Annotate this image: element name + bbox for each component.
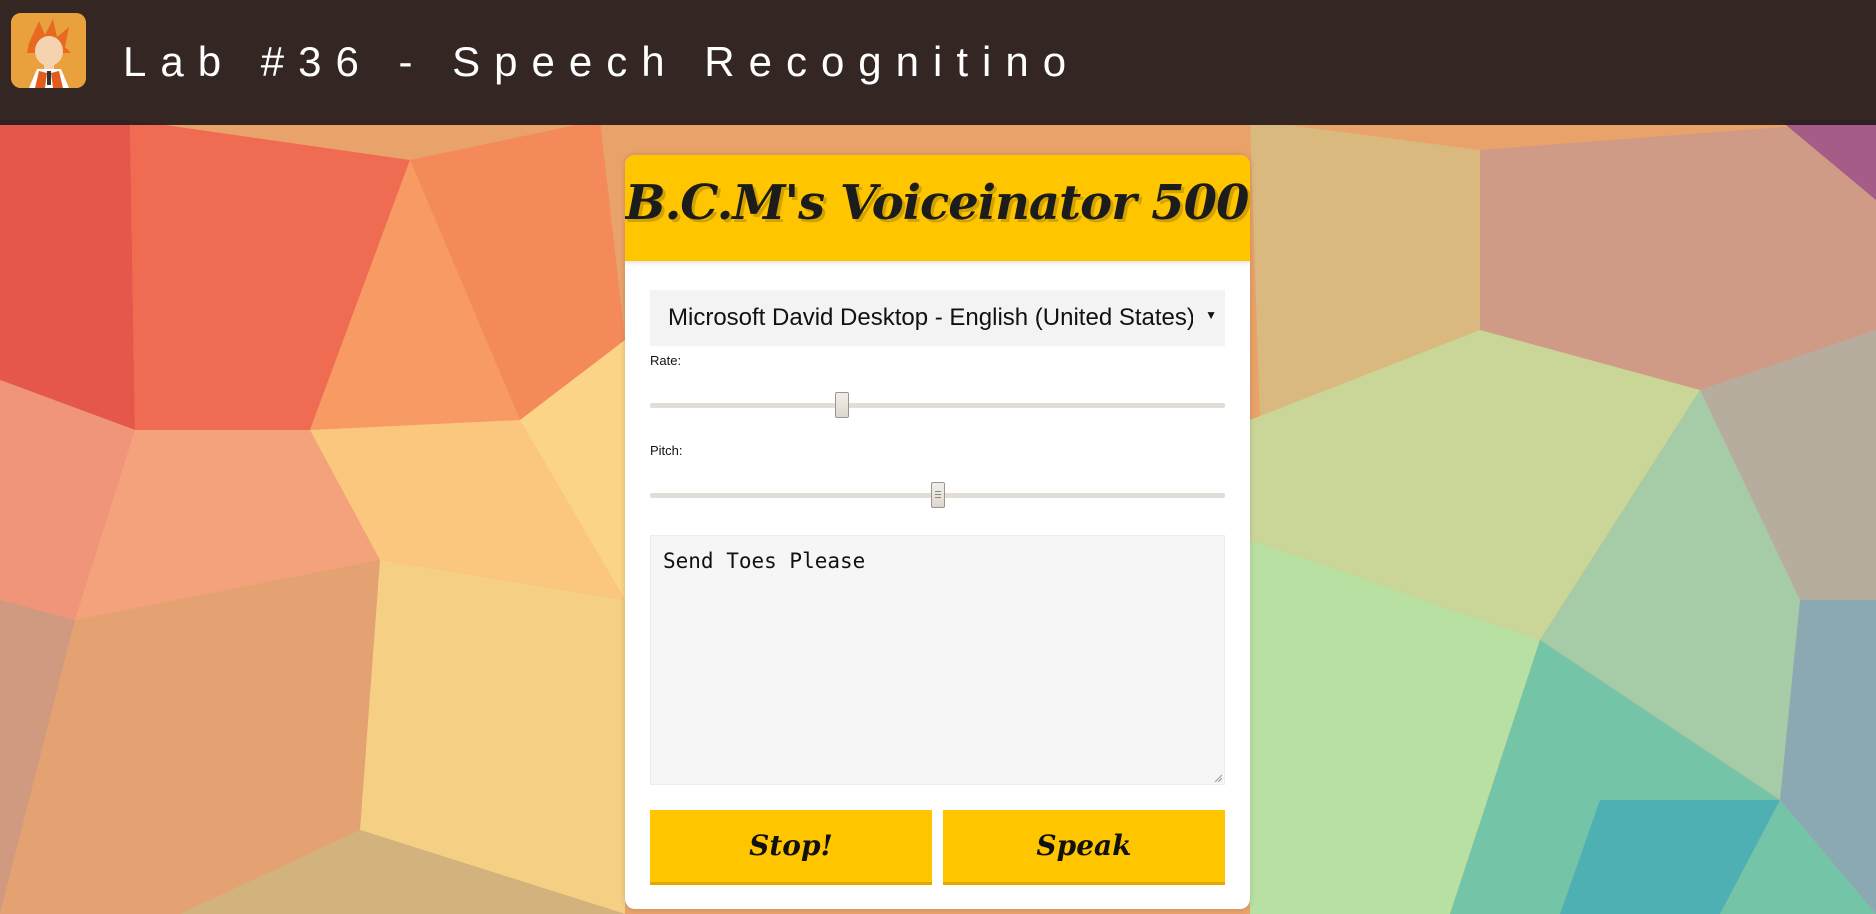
dropdown-arrow-icon: ▼ bbox=[1205, 308, 1217, 322]
pitch-slider-thumb[interactable] bbox=[930, 482, 945, 508]
pitch-label: Pitch: bbox=[650, 443, 683, 458]
rate-slider-thumb[interactable] bbox=[835, 392, 850, 418]
voice-select[interactable]: Microsoft David Desktop - English (Unite… bbox=[650, 290, 1225, 346]
resize-grip-icon[interactable] bbox=[1214, 774, 1222, 782]
page-title: Lab #36 - Speech Recognitino bbox=[123, 38, 1081, 85]
speak-button[interactable]: Speak bbox=[943, 810, 1225, 885]
rate-slider[interactable] bbox=[650, 392, 1225, 418]
message-textarea[interactable]: Send Toes Please bbox=[650, 535, 1225, 785]
panel-header: B.C.M's Voiceinator 5000 bbox=[625, 155, 1250, 261]
pitch-slider[interactable] bbox=[650, 482, 1225, 508]
rate-label: Rate: bbox=[650, 353, 682, 368]
voiceinator-panel: B.C.M's Voiceinator 5000 Microsoft David… bbox=[625, 155, 1250, 909]
panel-title: B.C.M's Voiceinator 5000 bbox=[625, 175, 1250, 231]
stop-button[interactable]: Stop! bbox=[650, 810, 932, 885]
top-bar: Lab #36 - Speech Recognitino bbox=[0, 0, 1876, 125]
message-text: Send Toes Please bbox=[663, 549, 866, 573]
avatar-icon bbox=[11, 13, 86, 88]
voice-select-value: Microsoft David Desktop - English (Unite… bbox=[668, 304, 1193, 331]
